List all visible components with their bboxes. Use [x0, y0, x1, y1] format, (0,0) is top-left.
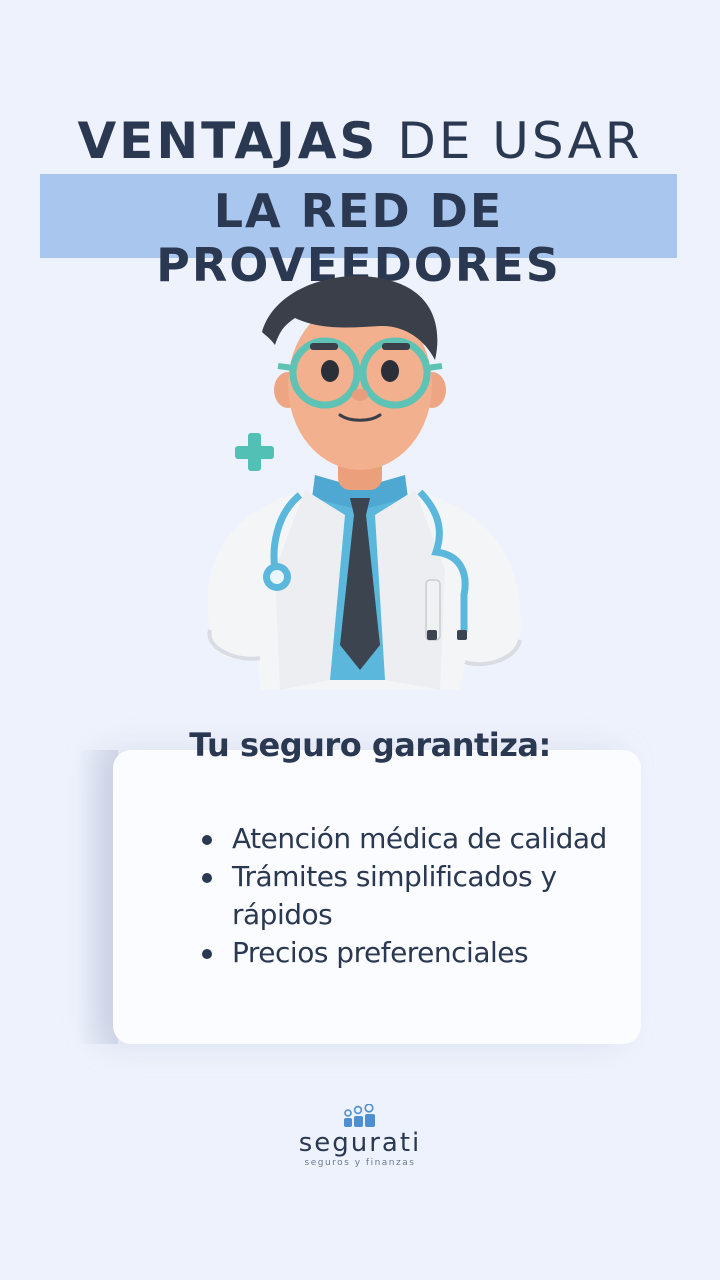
bullet-icon — [202, 873, 212, 883]
people-group-icon — [344, 1104, 375, 1127]
list-item: Trámites simplificados y rápidos — [200, 858, 620, 934]
bullet-icon — [202, 949, 212, 959]
medical-cross-icon — [235, 433, 274, 471]
doctor-avatar-icon — [207, 276, 522, 690]
benefits-list: Atención médica de calidad Trámites simp… — [200, 820, 620, 972]
brand-tagline: seguros y finanzas — [304, 1158, 416, 1168]
headline-light-words: DE USAR — [378, 112, 643, 170]
headline-line-1: VENTAJAS DE USAR — [0, 112, 720, 170]
list-item: Precios preferenciales — [200, 934, 620, 972]
benefits-card-title: Tu seguro garantiza: — [189, 726, 551, 764]
card-shadow — [78, 750, 118, 1044]
list-item: Atención médica de calidad — [200, 820, 620, 858]
headline-bold-word: VENTAJAS — [77, 112, 379, 170]
benefit-text: Atención médica de calidad — [232, 822, 607, 855]
benefit-text: Trámites simplificados y rápidos — [232, 860, 557, 931]
brand-logo: segurati seguros y finanzas — [290, 1104, 430, 1174]
benefit-text: Precios preferenciales — [232, 936, 529, 969]
brand-name: segurati — [298, 1128, 422, 1158]
bullet-icon — [202, 835, 212, 845]
